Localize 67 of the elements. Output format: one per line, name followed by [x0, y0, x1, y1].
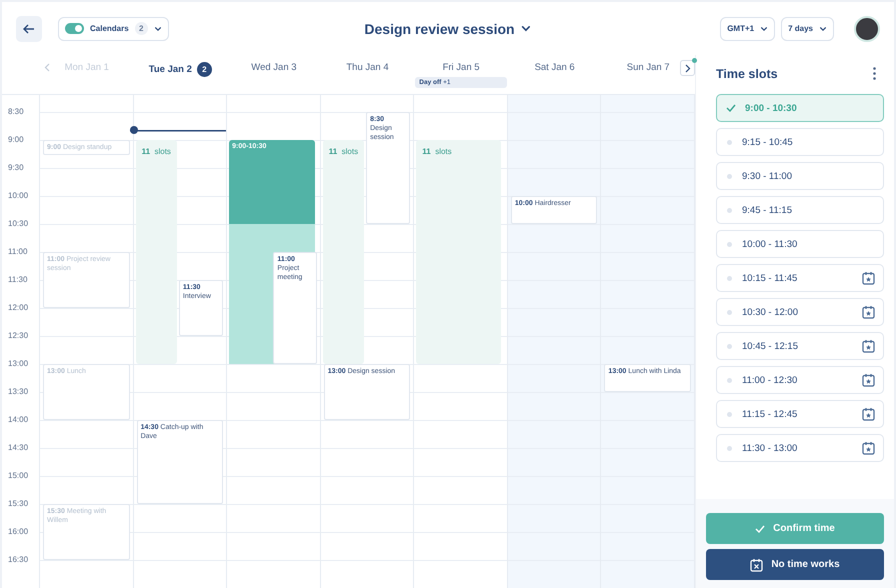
time-label: 16:30 — [7, 554, 30, 566]
check-icon — [726, 104, 736, 112]
calendar-x-icon — [750, 558, 764, 572]
time-slot-option[interactable]: 10:45 - 12:15 — [716, 332, 884, 360]
time-label: 8:30 — [7, 106, 25, 118]
time-label: 9:00 — [7, 134, 25, 146]
day-tab[interactable]: Thu Jan 4 — [346, 62, 389, 73]
time-label: 14:30 — [7, 442, 30, 454]
calendars-toggle[interactable]: Calendars 2 — [58, 16, 169, 40]
time-label: 9:30 — [7, 162, 25, 174]
time-slot-option[interactable]: 9:30 - 11:00 — [716, 162, 884, 190]
panel-title: Time slots — [716, 66, 778, 80]
event-title-dropdown[interactable]: Design review session — [364, 20, 532, 36]
range-dropdown[interactable]: 7 days — [781, 16, 834, 40]
more-options-icon[interactable] — [873, 67, 876, 80]
count-badge: 2 — [134, 22, 148, 35]
chevron-down-icon — [760, 24, 768, 32]
count-badge: 2 — [196, 62, 212, 77]
bullet-icon — [727, 378, 732, 382]
time-label: 10:00 — [7, 190, 30, 202]
time-slot-option[interactable]: 11:30 - 13:00 — [716, 434, 884, 462]
time-label: 11:30 — [7, 274, 28, 286]
back-button[interactable] — [16, 16, 42, 42]
time-label: 15:00 — [7, 470, 30, 482]
time-label: 12:00 — [7, 302, 30, 314]
time-slot-option[interactable]: 10:15 - 11:45 — [716, 264, 884, 292]
time-label: 13:00 — [7, 358, 30, 370]
day-tab[interactable]: Sat Jan 6 — [534, 62, 575, 73]
timezone-dropdown[interactable]: GMT+1 — [720, 16, 776, 40]
chevron-left-icon — [44, 63, 50, 72]
bullet-icon — [727, 446, 732, 450]
time-label: 10:30 — [7, 218, 30, 230]
avatar[interactable] — [854, 16, 880, 42]
bullet-icon — [727, 310, 732, 314]
next-week-button[interactable] — [680, 60, 695, 76]
bullet-icon — [727, 140, 732, 144]
bullet-icon — [727, 412, 732, 416]
time-label: 15:30 — [7, 498, 30, 510]
day-tab[interactable]: Fri Jan 5 — [442, 62, 480, 73]
bullet-icon — [727, 242, 732, 246]
time-label: 12:30 — [7, 330, 30, 342]
day-tab[interactable]: Tue Jan 2 2 — [148, 62, 212, 77]
time-slot-option[interactable]: 10:00 - 11:30 — [716, 230, 884, 258]
back-arrow-icon — [23, 24, 35, 34]
time-label: 13:30 — [7, 386, 30, 398]
chevron-down-icon — [520, 23, 532, 34]
time-label: 11:00 — [7, 246, 28, 258]
bullet-icon — [727, 174, 732, 178]
check-icon — [755, 524, 766, 532]
time-slot-option[interactable]: 9:45 - 11:15 — [716, 196, 884, 224]
time-slot-option[interactable]: 10:30 - 12:00 — [716, 298, 884, 326]
time-slot-option[interactable]: 11:15 - 12:45 — [716, 400, 884, 428]
time-label: 14:00 — [7, 414, 30, 426]
day-tab[interactable]: Wed Jan 3 — [251, 62, 297, 73]
chevron-down-icon — [154, 24, 162, 32]
time-label: 16:00 — [7, 526, 30, 538]
chevron-down-icon — [819, 24, 827, 32]
day-tab[interactable]: Sun Jan 7 — [626, 62, 670, 73]
decline-button[interactable]: No time works — [706, 549, 884, 580]
time-slot-option[interactable]: 9:15 - 10:45 — [716, 128, 884, 156]
bullet-icon — [727, 276, 732, 280]
bullet-icon — [727, 344, 732, 348]
chevron-right-icon — [684, 64, 690, 72]
toggle-switch[interactable] — [65, 23, 84, 34]
time-slot-option[interactable]: 11:00 - 12:30 — [716, 366, 884, 394]
bullet-icon — [727, 208, 732, 212]
notification-dot — [692, 58, 697, 63]
